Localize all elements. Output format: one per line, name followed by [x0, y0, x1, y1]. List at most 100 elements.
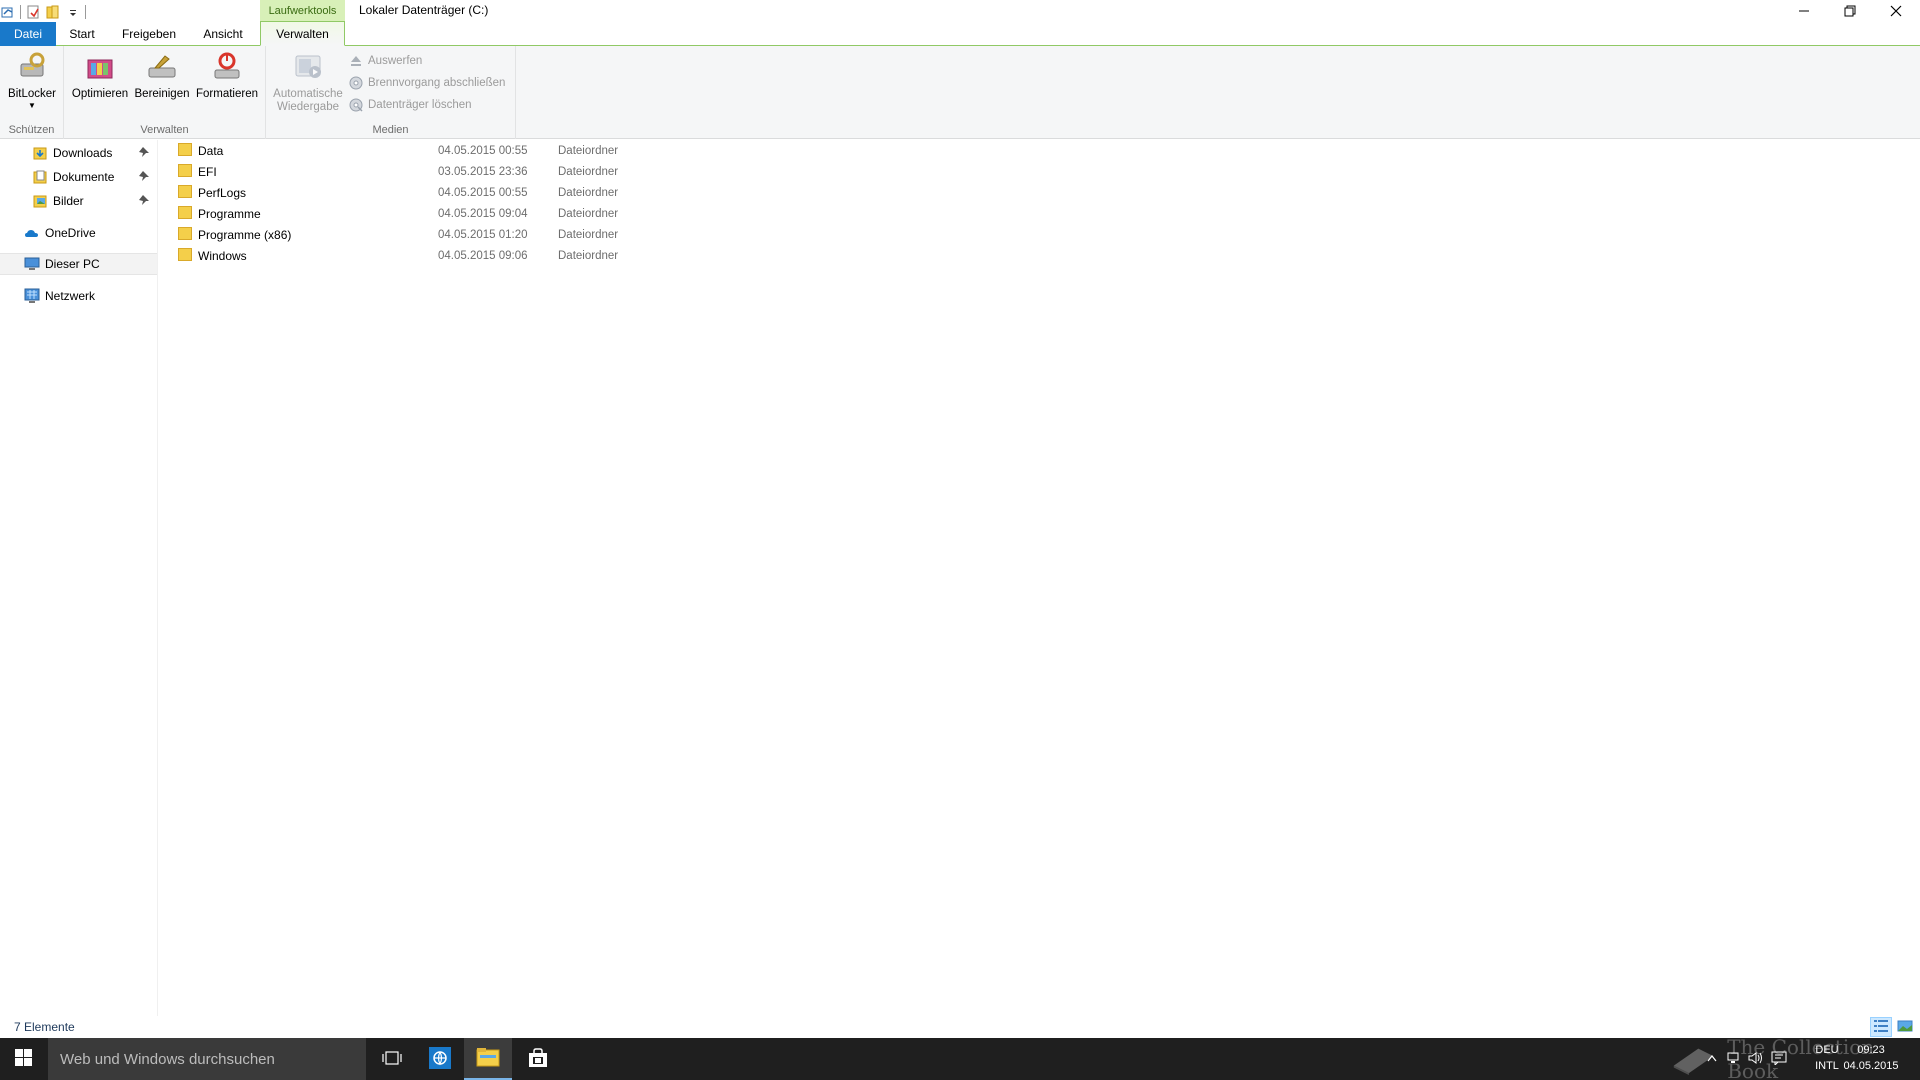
format-button[interactable]: Formatieren [194, 50, 260, 120]
nav-item-onedrive[interactable]: OneDrive [0, 222, 157, 244]
details-view-button[interactable] [1870, 1017, 1892, 1037]
file-row[interactable]: PerfLogs 04.05.2015 00:55 Dateiordner [170, 182, 650, 203]
ribbon-tab-row: Datei Start Freigeben Ansicht Verwalten … [0, 21, 1920, 63]
tab-datei[interactable]: Datei [0, 22, 56, 46]
bitlocker-button[interactable]: BitLocker ▼ [5, 50, 59, 120]
customize-dropdown-icon[interactable] [65, 4, 81, 20]
nav-item-downloads[interactable]: Downloads [0, 142, 157, 164]
qat-separator [20, 5, 21, 19]
browser-icon [429, 1046, 451, 1072]
eject-icon [348, 53, 364, 69]
autoplay-icon [291, 50, 325, 84]
file-row[interactable]: EFI 03.05.2015 23:36 Dateiordner [170, 161, 650, 182]
close-button[interactable] [1873, 0, 1919, 22]
file-modified: 04.05.2015 09:04 [438, 207, 528, 220]
taskbar-app-file-explorer[interactable] [464, 1038, 512, 1080]
nav-item-network[interactable]: Netzwerk [0, 285, 157, 307]
network-tray-icon [1727, 1051, 1741, 1068]
pin-icon[interactable] [137, 145, 151, 159]
file-type: Dateiordner [558, 186, 619, 199]
optimize-button[interactable]: Optimieren [70, 50, 130, 120]
taskbar-search-box[interactable]: Web und Windows durchsuchen [48, 1038, 366, 1080]
search-placeholder: Web und Windows durchsuchen [60, 1050, 275, 1068]
tray-notifications-button[interactable] [1768, 1038, 1790, 1080]
task-view-icon [382, 1050, 402, 1069]
nav-item-label: Dokumente [53, 170, 115, 184]
tray-network-button[interactable] [1724, 1038, 1744, 1080]
folder-icon [178, 143, 192, 156]
file-name: EFI [198, 164, 217, 179]
optimize-label: Optimieren [71, 88, 129, 100]
new-folder-icon[interactable] [45, 4, 61, 20]
properties-icon[interactable] [0, 4, 16, 20]
chevron-up-icon [1707, 1053, 1717, 1065]
minimize-button[interactable] [1781, 0, 1827, 22]
folder-icon [178, 164, 192, 177]
file-modified: 04.05.2015 01:20 [438, 228, 528, 241]
ribbon-group-label: Schützen [8, 124, 55, 136]
downloads-icon [32, 145, 48, 161]
tab-ansicht[interactable]: Ansicht [192, 22, 254, 46]
tab-verwalten[interactable]: Verwalten [260, 21, 345, 46]
undo-icon[interactable] [25, 4, 41, 20]
quick-access-toolbar [0, 2, 86, 22]
file-explorer-window: Laufwerktools Lokaler Datenträger (C:) D… [0, 0, 1920, 1080]
file-type: Dateiordner [558, 207, 619, 220]
store-icon [527, 1047, 549, 1072]
cleanup-button[interactable]: Bereinigen [132, 50, 192, 120]
taskbar-clock[interactable]: 09:23 04.05.2015 [1836, 1042, 1906, 1074]
item-count: 7 Elemente [14, 1020, 75, 1034]
task-view-button[interactable] [368, 1038, 416, 1080]
title-bar: Laufwerktools Lokaler Datenträger (C:) [0, 0, 1920, 22]
autoplay-label-line1: Automatische [273, 88, 343, 100]
autoplay-button[interactable]: Automatische Wiedergabe [272, 50, 344, 120]
file-modified: 04.05.2015 00:55 [438, 186, 528, 199]
show-hidden-icons-button[interactable] [1702, 1038, 1722, 1080]
large-icons-view-icon [1897, 1019, 1913, 1036]
file-type: Dateiordner [558, 144, 619, 157]
file-modified: 04.05.2015 09:06 [438, 249, 528, 262]
context-tab-group-label: Laufwerktools [260, 0, 345, 22]
file-type: Dateiordner [558, 228, 619, 241]
file-modified: 04.05.2015 00:55 [438, 144, 528, 157]
file-row[interactable]: Windows 04.05.2015 09:06 Dateiordner [170, 245, 650, 266]
pin-icon[interactable] [137, 169, 151, 183]
status-bar: 7 Elemente [0, 1016, 1920, 1038]
file-explorer-icon [476, 1047, 500, 1070]
folder-icon [178, 227, 192, 240]
nav-item-label: OneDrive [45, 226, 96, 240]
nav-item-documents[interactable]: Dokumente [0, 166, 157, 188]
file-type: Dateiordner [558, 165, 619, 178]
taskbar-app-store[interactable] [514, 1038, 562, 1080]
format-icon [210, 50, 244, 84]
start-button[interactable] [0, 1038, 46, 1080]
clock-time: 09:23 [1857, 1044, 1885, 1056]
documents-icon [32, 169, 48, 185]
restore-button[interactable] [1827, 0, 1873, 22]
nav-item-this-pc[interactable]: Dieser PC [0, 253, 157, 275]
file-row[interactable]: Data 04.05.2015 00:55 Dateiordner [170, 140, 650, 161]
nav-item-pictures[interactable]: Bilder [0, 190, 157, 212]
file-name: Programme (x86) [198, 227, 292, 242]
windows-logo-icon [14, 1049, 32, 1069]
tray-volume-button[interactable] [1746, 1038, 1766, 1080]
file-row[interactable]: Programme (x86) 04.05.2015 01:20 Dateior… [170, 224, 650, 245]
bitlocker-icon [15, 50, 49, 84]
taskbar-app-browser[interactable] [416, 1038, 464, 1080]
folder-icon [178, 185, 192, 198]
tab-freigeben[interactable]: Freigeben [112, 22, 186, 46]
onedrive-icon [24, 225, 40, 241]
chevron-down-icon: ▼ [28, 101, 36, 110]
file-row[interactable]: Programme 04.05.2015 09:04 Dateiordner [170, 203, 650, 224]
folder-icon [178, 248, 192, 261]
ribbon-group-label: Verwalten [140, 124, 189, 136]
action-center-icon [1771, 1051, 1787, 1068]
erase-disc-button[interactable]: Datenträger löschen [348, 95, 472, 115]
pin-icon[interactable] [137, 193, 151, 207]
eject-button[interactable]: Auswerfen [348, 51, 422, 71]
large-icons-view-button[interactable] [1894, 1017, 1916, 1037]
finish-burning-icon [348, 75, 364, 91]
nav-item-label: Downloads [53, 146, 113, 160]
tab-start[interactable]: Start [58, 22, 106, 46]
finish-burning-button[interactable]: Brennvorgang abschließen [348, 73, 505, 93]
